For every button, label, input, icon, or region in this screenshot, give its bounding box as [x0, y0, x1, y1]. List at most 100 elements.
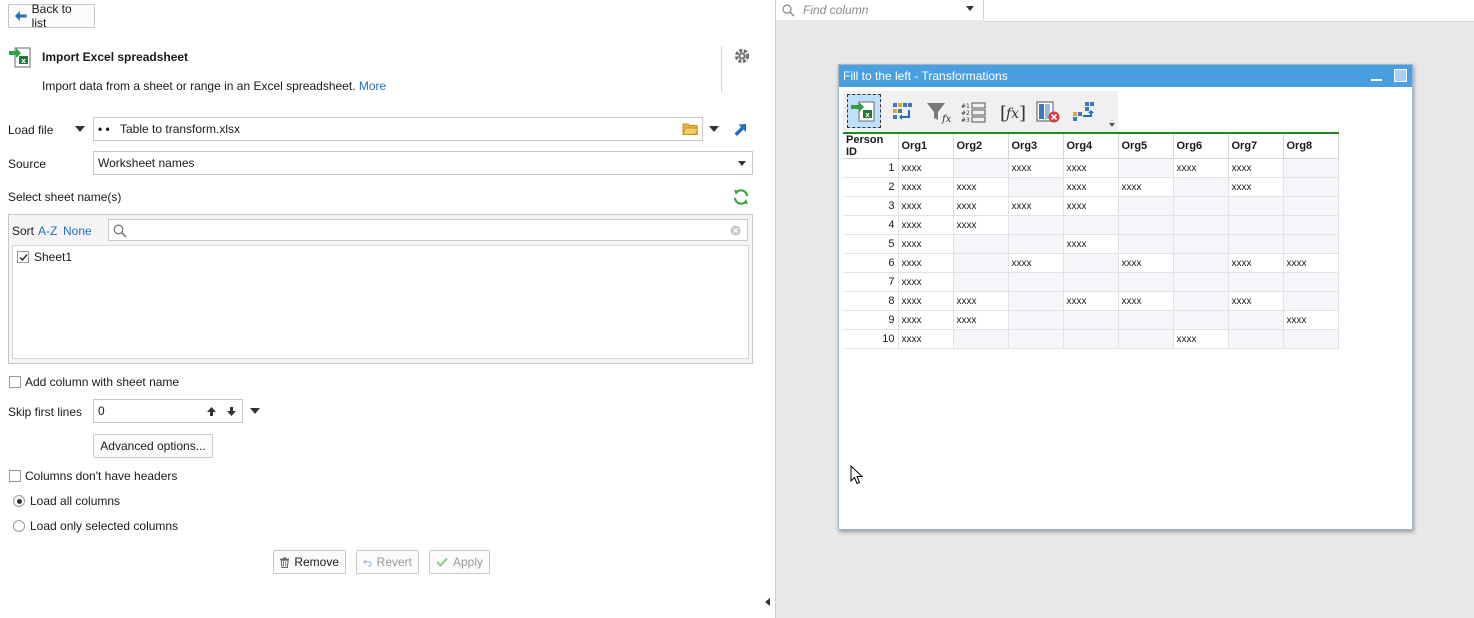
table-cell[interactable]: xxxx — [1228, 291, 1284, 311]
table-cell[interactable] — [1283, 177, 1339, 197]
skip-lines-dropdown-icon[interactable] — [250, 408, 260, 414]
person-id-cell[interactable]: 9 — [843, 310, 899, 330]
list-item[interactable]: Sheet1 — [17, 250, 72, 264]
filter-formula-tool-button[interactable]: fx — [923, 97, 953, 127]
column-header-org2[interactable]: Org2 — [953, 133, 1009, 159]
table-cell[interactable] — [1118, 234, 1174, 254]
table-cell[interactable]: xxxx — [953, 310, 1009, 330]
person-id-cell[interactable]: 7 — [843, 272, 899, 292]
table-cell[interactable] — [1283, 272, 1339, 292]
load-selected-radio[interactable] — [13, 520, 25, 532]
person-id-cell[interactable]: 10 — [843, 329, 899, 349]
table-cell[interactable]: xxxx — [1063, 196, 1119, 216]
open-external-arrow-icon[interactable] — [734, 122, 748, 136]
numbered-list-tool-button[interactable]: #1 #2 #3 — [959, 97, 989, 127]
table-cell[interactable]: xxxx — [1063, 234, 1119, 254]
table-cell[interactable]: xxxx — [1283, 253, 1339, 273]
table-cell[interactable] — [1118, 215, 1174, 235]
split-columns-tool-button[interactable] — [1069, 97, 1099, 127]
delete-columns-tool-button[interactable] — [1033, 97, 1063, 127]
table-cell[interactable] — [1173, 177, 1229, 197]
table-cell[interactable] — [953, 234, 1009, 254]
table-cell[interactable]: xxxx — [898, 272, 954, 292]
table-cell[interactable]: xxxx — [898, 310, 954, 330]
table-cell[interactable] — [1008, 310, 1064, 330]
maximize-icon[interactable] — [1394, 69, 1407, 82]
sheet-search-input[interactable] — [108, 219, 748, 241]
table-cell[interactable] — [1118, 329, 1174, 349]
table-cell[interactable]: xxxx — [1063, 291, 1119, 311]
revert-button[interactable]: Revert — [356, 550, 419, 574]
table-cell[interactable] — [1008, 329, 1064, 349]
table-cell[interactable] — [1228, 196, 1284, 216]
sort-none-link[interactable]: None — [63, 224, 92, 238]
table-cell[interactable]: xxxx — [898, 253, 954, 273]
table-cell[interactable]: xxxx — [898, 177, 954, 197]
table-cell[interactable]: xxxx — [898, 291, 954, 311]
column-header-org3[interactable]: Org3 — [1008, 133, 1064, 159]
table-cell[interactable] — [953, 272, 1009, 292]
minimize-icon[interactable] — [1371, 79, 1382, 81]
table-cell[interactable]: xxxx — [1008, 158, 1064, 178]
table-cell[interactable] — [1063, 329, 1119, 349]
table-cell[interactable] — [1063, 253, 1119, 273]
table-cell[interactable] — [1228, 215, 1284, 235]
table-cell[interactable] — [1283, 291, 1339, 311]
advanced-options-button[interactable]: Advanced options... — [93, 434, 213, 458]
skip-lines-stepper[interactable]: 0 — [93, 399, 243, 423]
column-header-org6[interactable]: Org6 — [1173, 133, 1229, 159]
column-header-org8[interactable]: Org8 — [1283, 133, 1339, 159]
table-cell[interactable] — [1173, 272, 1229, 292]
table-cell[interactable] — [1063, 215, 1119, 235]
person-id-cell[interactable]: 4 — [843, 215, 899, 235]
table-cell[interactable]: xxxx — [953, 196, 1009, 216]
table-cell[interactable] — [1283, 196, 1339, 216]
import-excel-tool-button[interactable]: x — [847, 94, 881, 128]
table-cell[interactable] — [1118, 310, 1174, 330]
table-cell[interactable] — [1118, 158, 1174, 178]
gear-icon[interactable] — [733, 47, 751, 65]
apply-button[interactable]: Apply — [429, 550, 490, 574]
table-cell[interactable] — [1063, 310, 1119, 330]
add-column-checkbox[interactable] — [9, 376, 21, 388]
folder-icon[interactable] — [682, 122, 698, 136]
table-cell[interactable] — [1228, 329, 1284, 349]
person-id-cell[interactable]: 8 — [843, 291, 899, 311]
find-column-dropdown-icon[interactable] — [966, 6, 974, 11]
table-cell[interactable]: xxxx — [1118, 291, 1174, 311]
table-cell[interactable] — [953, 253, 1009, 273]
table-cell[interactable]: xxxx — [898, 329, 954, 349]
remove-button[interactable]: Remove — [273, 550, 346, 574]
arrow-up-icon[interactable] — [207, 407, 216, 416]
table-cell[interactable] — [1118, 272, 1174, 292]
back-to-list-button[interactable]: Back to list — [8, 2, 95, 30]
table-cell[interactable] — [1173, 215, 1229, 235]
find-column-input[interactable]: Find column — [776, 0, 984, 20]
table-cell[interactable]: xxxx — [1008, 196, 1064, 216]
table-cell[interactable] — [1118, 196, 1174, 216]
table-cell[interactable]: xxxx — [1063, 177, 1119, 197]
person-id-cell[interactable]: 6 — [843, 253, 899, 273]
load-all-radio[interactable] — [13, 495, 25, 507]
column-header-org4[interactable]: Org4 — [1063, 133, 1119, 159]
table-cell[interactable]: xxxx — [898, 234, 954, 254]
table-cell[interactable] — [1173, 196, 1229, 216]
source-select[interactable]: Worksheet names — [93, 151, 753, 175]
table-cell[interactable]: xxxx — [1008, 253, 1064, 273]
table-cell[interactable] — [1008, 272, 1064, 292]
table-cell[interactable]: xxxx — [898, 215, 954, 235]
table-cell[interactable] — [1008, 215, 1064, 235]
column-header-org1[interactable]: Org1 — [898, 133, 954, 159]
table-cell[interactable]: xxxx — [1228, 177, 1284, 197]
column-header-org5[interactable]: Org5 — [1118, 133, 1174, 159]
table-cell[interactable]: xxxx — [1173, 329, 1229, 349]
person-id-cell[interactable]: 5 — [843, 234, 899, 254]
table-cell[interactable] — [1173, 291, 1229, 311]
clear-search-icon[interactable] — [730, 225, 741, 236]
column-header-person-id[interactable]: Person ID — [843, 133, 899, 159]
table-cell[interactable] — [953, 329, 1009, 349]
table-cell[interactable] — [953, 158, 1009, 178]
table-cell[interactable]: xxxx — [898, 196, 954, 216]
load-file-input[interactable]: • • Table to transform.xlsx — [93, 117, 703, 141]
formula-tool-button[interactable]: [ fx ] — [997, 97, 1027, 127]
